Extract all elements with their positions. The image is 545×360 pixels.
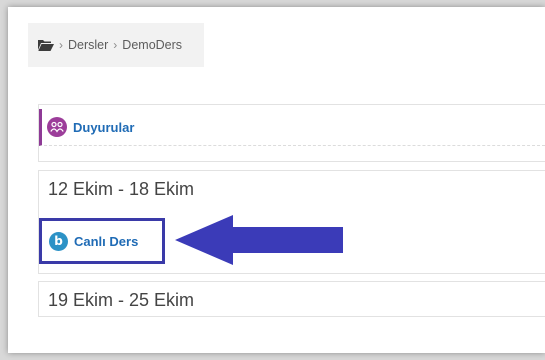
- arrow-left-icon: [175, 215, 343, 265]
- bigbluebutton-icon: b: [49, 231, 68, 251]
- folder-open-icon[interactable]: [38, 39, 54, 51]
- breadcrumb-item-dersler[interactable]: Dersler: [68, 38, 108, 52]
- section-week-2: 19 Ekim - 25 Ekim: [38, 281, 545, 317]
- breadcrumb-item-demoders[interactable]: DemoDers: [122, 38, 182, 52]
- section-title: 12 Ekim - 18 Ekim: [48, 179, 195, 199]
- activity-canli-ders[interactable]: b Canlı Ders: [39, 218, 165, 264]
- section-title: 19 Ekim - 25 Ekim: [48, 290, 195, 310]
- activity-duyurular[interactable]: Duyurular: [39, 109, 545, 146]
- activity-link-canli-ders[interactable]: Canlı Ders: [74, 234, 138, 249]
- activity-link-duyurular[interactable]: Duyurular: [73, 120, 134, 135]
- breadcrumb: › Dersler › DemoDers: [28, 23, 204, 67]
- forum-icon: [47, 117, 67, 137]
- screenshot-frame: › Dersler › DemoDers Duyurular 12 Ekim -…: [0, 0, 545, 360]
- section-general: Duyurular: [38, 104, 545, 162]
- breadcrumb-separator: ›: [113, 38, 118, 52]
- breadcrumb-separator: ›: [59, 38, 63, 52]
